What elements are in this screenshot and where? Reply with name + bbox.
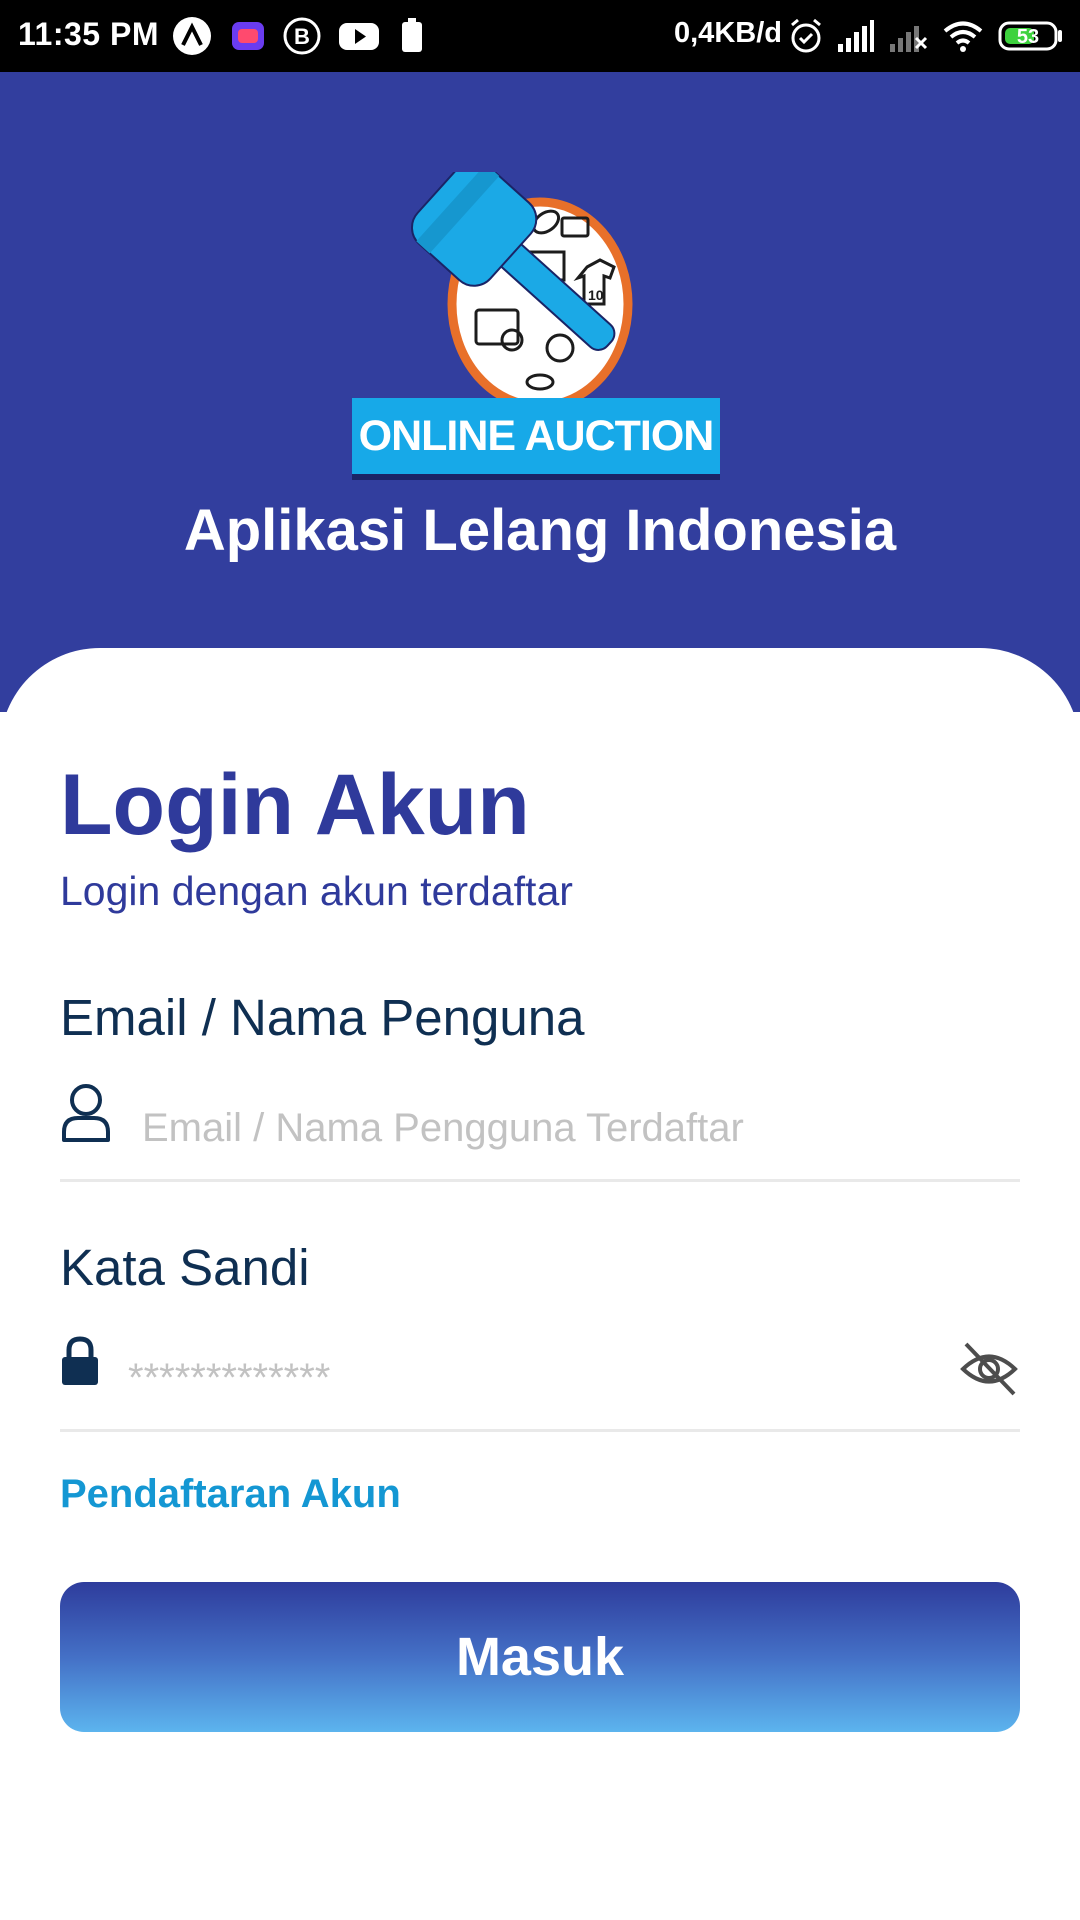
svg-text:10: 10 xyxy=(588,287,604,303)
header: 10 ONLINE AUCTION Aplikasi Lelang Indone… xyxy=(0,72,1080,712)
battery-level: 53 xyxy=(1017,26,1039,48)
lazada-icon xyxy=(230,16,266,61)
battery-icon: 53 xyxy=(998,20,1064,57)
svg-text:B: B xyxy=(294,24,310,49)
a-icon xyxy=(172,16,212,61)
password-field-row xyxy=(60,1322,1020,1432)
email-label: Email / Nama Penguna xyxy=(60,989,585,1046)
app-title: Aplikasi Lelang Indonesia xyxy=(183,498,897,563)
password-input[interactable] xyxy=(128,1352,908,1404)
user-icon xyxy=(60,1082,112,1149)
email-field-row xyxy=(60,1072,1020,1182)
status-bar: 11:35 PM B 0,4KB/d 53 xyxy=(0,0,1080,72)
login-button[interactable]: Masuk xyxy=(60,1582,1020,1732)
wifi-icon xyxy=(942,16,984,61)
email-underline xyxy=(60,1179,1020,1182)
app-logo: 10 ONLINE AUCTION xyxy=(352,172,732,492)
eye-off-icon[interactable] xyxy=(958,1338,1020,1405)
status-time: 11:35 PM xyxy=(18,16,159,52)
youtube-icon xyxy=(338,16,380,61)
password-label: Kata Sandi xyxy=(60,1239,310,1296)
register-link[interactable]: Pendaftaran Akun xyxy=(60,1472,401,1517)
page-title: Login Akun xyxy=(60,757,530,853)
network-speed: 0,4KB/d xyxy=(674,17,782,49)
signal-icon xyxy=(836,16,876,61)
auction-gavel-icon: 10 xyxy=(410,172,633,411)
page-subtitle: Login dengan akun terdaftar xyxy=(60,868,573,914)
lock-icon xyxy=(60,1336,100,1391)
no-signal-icon xyxy=(888,16,928,61)
b-icon: B xyxy=(282,16,322,61)
alarm-icon xyxy=(788,16,824,61)
logo-banner: ONLINE AUCTION xyxy=(352,398,720,474)
email-input[interactable] xyxy=(142,1102,1002,1154)
password-underline xyxy=(60,1429,1020,1432)
battery-saver-icon xyxy=(400,16,424,61)
login-card: Login Akun Login dengan akun terdaftar E… xyxy=(0,648,1080,1920)
